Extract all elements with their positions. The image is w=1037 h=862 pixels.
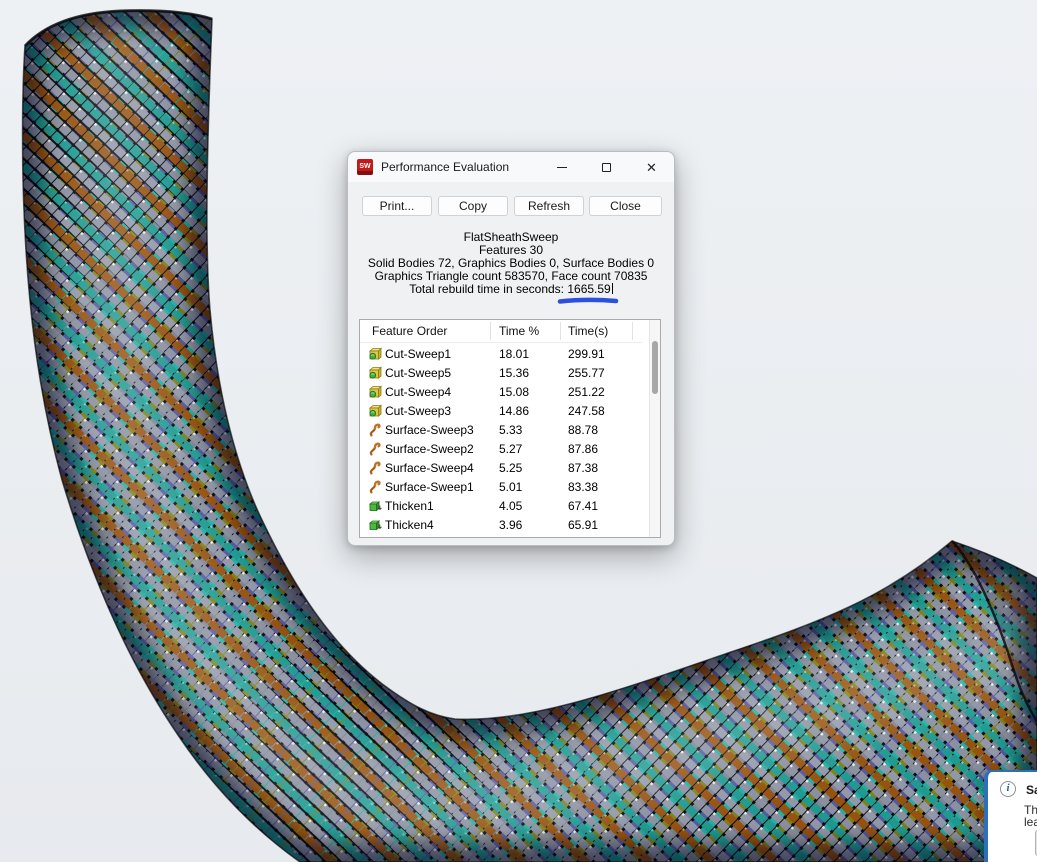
header-feature-order[interactable]: Feature Order <box>372 324 447 338</box>
header-rule <box>360 342 642 343</box>
table-row[interactable]: Thicken4 3.96 65.91 <box>360 516 650 535</box>
feature-name: Surface-Sweep1 <box>385 480 474 494</box>
maximize-icon <box>602 163 611 172</box>
time-seconds-value: 87.86 <box>568 442 598 456</box>
table-row[interactable]: Cut-Sweep1 18.01 299.91 <box>360 345 650 364</box>
column-separator <box>490 322 491 340</box>
ink-underline-annotation <box>557 296 619 305</box>
rebuild-time-value: 1665.59 <box>567 282 610 296</box>
feature-name: Surface-Sweep2 <box>385 442 474 456</box>
table-row[interactable]: Cut-Sweep4 15.08 251.22 <box>360 383 650 402</box>
save-notification-dialog[interactable]: i Sa Th lea <box>984 770 1037 862</box>
header-time-percent[interactable]: Time % <box>499 324 539 338</box>
copy-button[interactable]: Copy <box>438 196 508 216</box>
cut-sweep-icon <box>368 385 382 399</box>
feature-name: Cut-Sweep5 <box>385 366 451 380</box>
table-row[interactable]: Cut-Sweep5 15.36 255.77 <box>360 364 650 383</box>
feature-table[interactable]: Feature Order Time % Time(s) Cut-Sweep1 … <box>359 319 661 538</box>
column-separator <box>632 322 633 340</box>
feature-name: Cut-Sweep1 <box>385 347 451 361</box>
table-row[interactable]: Surface-Sweep3 5.33 88.78 <box>360 421 650 440</box>
summary-rebuild-time: Total rebuild time in seconds: 1665.59 <box>348 283 674 296</box>
title-bar[interactable]: SW Performance Evaluation ✕ <box>348 152 674 182</box>
solidworks-app-icon: SW <box>357 159 373 175</box>
table-row[interactable]: Surface-Sweep4 5.25 87.38 <box>360 459 650 478</box>
table-row[interactable]: Thicken1 4.05 67.41 <box>360 497 650 516</box>
surface-sweep-icon <box>368 461 382 475</box>
notification-text-line2: lea <box>1024 815 1037 829</box>
time-seconds-value: 67.41 <box>568 499 598 513</box>
time-percent-value: 4.05 <box>499 499 522 513</box>
time-percent-value: 5.25 <box>499 461 522 475</box>
feature-name: Cut-Sweep3 <box>385 404 451 418</box>
cut-sweep-icon <box>368 347 382 361</box>
window-title: Performance Evaluation <box>381 160 539 174</box>
maximize-button[interactable] <box>584 152 629 182</box>
info-icon: i <box>1000 781 1016 797</box>
feature-name: Surface-Sweep3 <box>385 423 474 437</box>
thicken-icon <box>368 518 382 532</box>
feature-name: Surface-Sweep4 <box>385 461 474 475</box>
feature-name: Thicken4 <box>385 518 434 532</box>
close-button[interactable]: Close <box>589 196 662 216</box>
table-body: Cut-Sweep1 18.01 299.91 Cut-Sweep5 15.36… <box>360 345 650 535</box>
surface-sweep-icon <box>368 480 382 494</box>
window-close-button[interactable]: ✕ <box>629 152 674 182</box>
cut-sweep-icon <box>368 366 382 380</box>
time-percent-value: 14.86 <box>499 404 529 418</box>
time-percent-value: 15.08 <box>499 385 529 399</box>
scrollbar-thumb[interactable] <box>652 341 658 394</box>
performance-evaluation-dialog: SW Performance Evaluation ✕ Print... Cop… <box>347 151 675 546</box>
time-percent-value: 5.01 <box>499 480 522 494</box>
time-percent-value: 5.27 <box>499 442 522 456</box>
time-seconds-value: 87.38 <box>568 461 598 475</box>
surface-sweep-icon <box>368 442 382 456</box>
model-summary: FlatSheathSweep Features 30 Solid Bodies… <box>348 231 674 296</box>
table-row[interactable]: Surface-Sweep2 5.27 87.86 <box>360 440 650 459</box>
feature-name: Thicken1 <box>385 499 434 513</box>
time-seconds-value: 255.77 <box>568 366 605 380</box>
notification-title: Sa <box>1026 783 1037 797</box>
time-percent-value: 5.33 <box>499 423 522 437</box>
print-button[interactable]: Print... <box>362 196 432 216</box>
minimize-icon <box>557 167 567 168</box>
table-row[interactable]: Surface-Sweep1 5.01 83.38 <box>360 478 650 497</box>
time-seconds-value: 247.58 <box>568 404 605 418</box>
column-separator <box>560 322 561 340</box>
cut-sweep-icon <box>368 404 382 418</box>
time-seconds-value: 299.91 <box>568 347 605 361</box>
time-seconds-value: 88.78 <box>568 423 598 437</box>
table-scrollbar[interactable] <box>649 320 660 537</box>
time-seconds-value: 65.91 <box>568 518 598 532</box>
refresh-button[interactable]: Refresh <box>514 196 584 216</box>
surface-sweep-icon <box>368 423 382 437</box>
header-time-seconds[interactable]: Time(s) <box>568 324 608 338</box>
feature-name: Cut-Sweep4 <box>385 385 451 399</box>
thicken-icon <box>368 499 382 513</box>
rebuild-time-label: Total rebuild time in seconds: <box>409 282 567 296</box>
time-seconds-value: 251.22 <box>568 385 605 399</box>
minimize-button[interactable] <box>539 152 584 182</box>
time-percent-value: 18.01 <box>499 347 529 361</box>
time-seconds-value: 83.38 <box>568 480 598 494</box>
table-row[interactable]: Cut-Sweep3 14.86 247.58 <box>360 402 650 421</box>
time-percent-value: 15.36 <box>499 366 529 380</box>
text-cursor <box>612 283 613 294</box>
time-percent-value: 3.96 <box>499 518 522 532</box>
close-icon: ✕ <box>646 161 657 174</box>
table-header: Feature Order Time % Time(s) <box>360 320 660 342</box>
